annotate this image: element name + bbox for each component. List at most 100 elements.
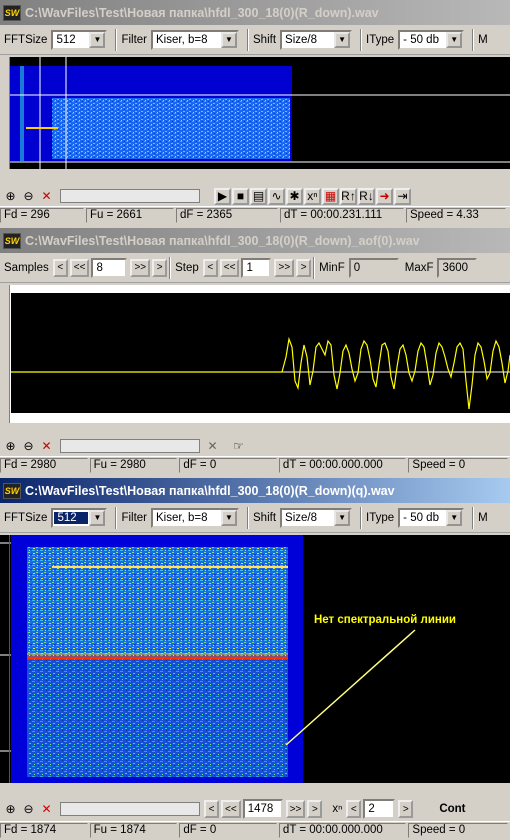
palette-icon[interactable]: ▦ (322, 187, 339, 205)
position-decrease-button[interactable]: < (204, 800, 219, 818)
fftsize-select[interactable]: 512 ▼ (51, 29, 108, 50)
zoom-out-icon[interactable]: ⊖ (20, 801, 37, 818)
window-title: C:\WavFiles\Test\Новая папка\hfdl_300_18… (25, 483, 395, 498)
spectrogram-view[interactable] (0, 57, 510, 169)
itype-select[interactable]: - 50 db ▼ (398, 29, 465, 50)
play-icon[interactable]: ▶ (214, 187, 231, 205)
rotate-left-icon[interactable]: R↓ (358, 187, 375, 205)
power-icon[interactable]: xⁿ (304, 187, 321, 205)
chevron-down-icon[interactable]: ▼ (221, 509, 238, 526)
minf-value[interactable]: 0 (348, 257, 399, 278)
filter-select[interactable]: Kiser, b=8 ▼ (151, 507, 240, 528)
vertical-ruler[interactable] (0, 57, 10, 169)
status-dt: dT = 00:00.231.111 (280, 207, 404, 223)
horizontal-scrollbar[interactable] (60, 802, 200, 816)
zoom-out-icon[interactable]: ⊖ (20, 438, 37, 455)
fftsize-select[interactable]: 512 ▼ (51, 507, 108, 528)
chevron-down-icon[interactable]: ▼ (221, 31, 238, 48)
waveform-icon[interactable]: ∿ (268, 187, 285, 205)
chevron-down-icon[interactable]: ▼ (89, 31, 106, 48)
shift-label: Shift (253, 511, 277, 524)
step-increase-fast-button[interactable]: >> (274, 258, 295, 277)
shift-select[interactable]: Size/8 ▼ (280, 29, 353, 50)
filter-select[interactable]: Kiser, b=8 ▼ (151, 29, 240, 50)
hand-pointer-icon[interactable]: ☞ (230, 438, 247, 455)
shift-label: Shift (253, 33, 277, 46)
status-fu: Fu = 1874 (89, 822, 178, 838)
title-bar[interactable]: SW C:\WavFiles\Test\Новая папка\hfdl_300… (0, 0, 510, 25)
status-dt: dT = 00:00.000.000 (278, 457, 407, 473)
exit-icon[interactable]: ⇥ (394, 187, 411, 205)
separator (115, 28, 118, 51)
waveform-canvas[interactable] (0, 285, 510, 423)
app-icon[interactable]: SW (3, 232, 21, 249)
samples-decrease-button[interactable]: < (52, 258, 68, 277)
position-increase-fast-button[interactable]: >> (285, 800, 306, 818)
chevron-down-icon[interactable]: ▼ (334, 509, 351, 526)
chevron-down-icon[interactable]: ▼ (446, 31, 463, 48)
overflow-label: M (478, 511, 488, 524)
vertical-ruler[interactable] (0, 285, 10, 423)
plot-area (11, 293, 510, 413)
chevron-down-icon[interactable]: ▼ (89, 509, 106, 526)
step-decrease-fast-button[interactable]: << (219, 258, 240, 277)
title-bar[interactable]: SW C:\WavFiles\Test\Новая папка\hfdl_300… (0, 228, 510, 253)
waveform-view[interactable] (0, 285, 510, 423)
clear-icon[interactable]: ✕ (38, 801, 55, 818)
clear-icon[interactable]: ✕ (38, 438, 55, 455)
samples-increase-button[interactable]: > (152, 258, 168, 277)
overflow-label: M (478, 33, 488, 46)
vertical-ruler[interactable] (0, 535, 10, 783)
app-icon[interactable]: SW (3, 482, 21, 499)
rotate-right-icon[interactable]: R↑ (340, 187, 357, 205)
separator (247, 28, 250, 51)
stop-icon[interactable]: ■ (232, 187, 249, 205)
separator (360, 506, 363, 529)
waveform-window: SW C:\WavFiles\Test\Новая папка\hfdl_300… (0, 228, 510, 476)
chevron-down-icon[interactable]: ▼ (446, 509, 463, 526)
maxf-value[interactable]: 3600 (437, 257, 478, 278)
position-decrease-fast-button[interactable]: << (221, 800, 241, 818)
position-input[interactable]: 1478 (242, 799, 283, 819)
horizontal-scrollbar[interactable] (60, 189, 200, 203)
power-input[interactable]: 2 (363, 799, 396, 819)
spectrum-icon[interactable]: ▤ (250, 187, 267, 205)
zoom-in-icon[interactable]: ⊕ (2, 801, 19, 818)
export-icon[interactable]: ➜ (376, 187, 393, 205)
spectrogram-view[interactable]: Нет спектральной линии (0, 535, 510, 783)
title-bar[interactable]: SW C:\WavFiles\Test\Новая папка\hfdl_300… (0, 478, 510, 503)
fftsize-label: FFTSize (4, 33, 48, 46)
samples-increase-fast-button[interactable]: >> (130, 258, 151, 277)
step-increase-button[interactable]: > (296, 258, 312, 277)
signal-region (52, 98, 290, 159)
power-increase-button[interactable]: > (398, 800, 414, 818)
clear-icon[interactable]: ✕ (38, 188, 55, 205)
power-decrease-button[interactable]: < (346, 800, 362, 818)
status-df: dF = 2365 (176, 207, 278, 223)
zoom-in-icon[interactable]: ⊕ (2, 188, 19, 205)
cont-label[interactable]: Cont (439, 803, 465, 815)
status-fd: Fd = 1874 (0, 822, 88, 838)
tools-icon[interactable]: ✕ (204, 438, 221, 455)
itype-select[interactable]: - 50 db ▼ (398, 507, 465, 528)
spectrogram-canvas[interactable] (0, 535, 510, 783)
maxf-label: MaxF (404, 261, 434, 274)
samples-input[interactable]: 8 (91, 257, 128, 278)
step-decrease-button[interactable]: < (202, 258, 218, 277)
zoom-out-icon[interactable]: ⊖ (20, 188, 37, 205)
app-icon[interactable]: SW (3, 4, 21, 21)
horizontal-scrollbar[interactable] (60, 439, 200, 453)
itype-label: IType (366, 33, 395, 46)
markers-icon[interactable]: ✱ (286, 187, 303, 205)
samples-decrease-fast-button[interactable]: << (69, 258, 90, 277)
chevron-down-icon[interactable]: ▼ (334, 31, 351, 48)
status-speed: Speed = 0 (408, 457, 509, 473)
toolbar: Samples < << 8 >> > Step < << 1 >> > Min… (0, 253, 510, 283)
status-speed: Speed = 4.33 (406, 207, 506, 223)
carrier-line (20, 66, 24, 161)
spectrogram-canvas[interactable] (0, 57, 510, 169)
step-input[interactable]: 1 (241, 257, 272, 278)
position-increase-button[interactable]: > (307, 800, 323, 818)
zoom-in-icon[interactable]: ⊕ (2, 438, 19, 455)
shift-select[interactable]: Size/8 ▼ (280, 507, 353, 528)
